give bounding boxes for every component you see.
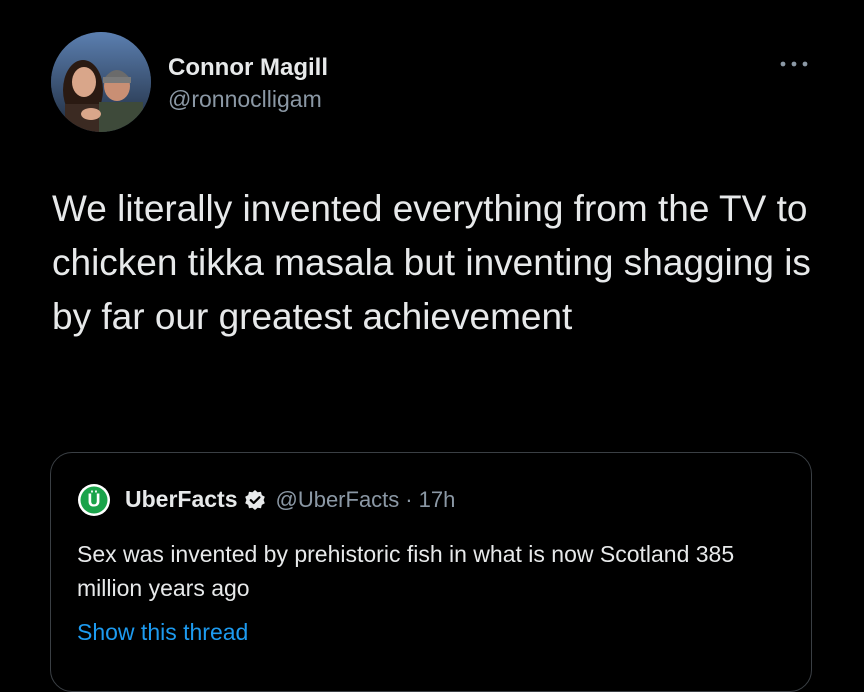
author-avatar[interactable] xyxy=(51,32,151,132)
show-thread-link[interactable]: Show this thread xyxy=(77,619,248,646)
more-horizontal-icon xyxy=(780,61,808,67)
quoted-tweet-text: Sex was invented by prehistoric fish in … xyxy=(77,541,735,601)
tweet-card: Connor Magill @ronnoclligam We literally… xyxy=(0,0,864,692)
uberfacts-avatar[interactable]: Ü xyxy=(77,483,111,517)
uberfacts-logo-letter: Ü xyxy=(88,491,101,511)
quoted-tweet-header: UberFacts @UberFacts · 17h xyxy=(125,486,455,513)
quoted-tweet-timestamp[interactable]: 17h xyxy=(419,487,456,513)
author-handle[interactable]: @ronnoclligam xyxy=(168,86,322,113)
quoted-author-handle[interactable]: @UberFacts xyxy=(275,487,399,513)
tweet-text: We literally invented everything from th… xyxy=(52,188,811,337)
author-name[interactable]: Connor Magill xyxy=(168,54,328,82)
profile-photo-avatar xyxy=(51,32,151,132)
dot-separator: · xyxy=(405,486,413,512)
quoted-author-name[interactable]: UberFacts xyxy=(125,486,237,513)
more-options-button[interactable] xyxy=(776,52,812,76)
verified-badge-icon xyxy=(245,489,266,510)
quoted-tweet-card[interactable]: Ü UberFacts @UberFacts · 17h Sex was inv… xyxy=(50,452,812,692)
uberfacts-logo-icon: Ü xyxy=(78,484,110,516)
